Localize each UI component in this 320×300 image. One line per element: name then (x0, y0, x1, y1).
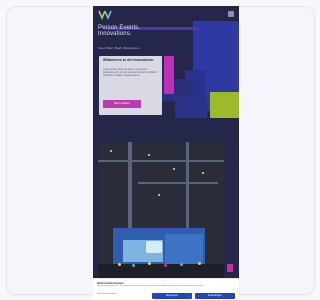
intro-heading: Willkommen zu den Innovationen (103, 58, 154, 62)
photo-decor-dots (118, 262, 208, 268)
photo-banner-panel (165, 234, 203, 264)
brand-logo-icon[interactable] (98, 9, 112, 21)
intro-button[interactable]: Mehr erfahren (103, 100, 141, 108)
photo-light (110, 150, 112, 152)
intro-card: Willkommen zu den Innovationen Lorem ips… (99, 56, 162, 115)
cookie-banner: Datenschutzhinweis Wir verwenden Cookies… (93, 278, 239, 300)
decor-magenta-block (164, 56, 174, 94)
intro-text: Lorem ipsum dolor sit amet, consectetur … (103, 68, 157, 78)
privacy-link[interactable]: Datenschutzerklärung (97, 293, 133, 295)
event-photo (98, 142, 224, 279)
decor-deepblue-block (175, 96, 207, 118)
hero-title: Person Events. Innovations. (98, 25, 141, 37)
photo-banner-logo (146, 241, 162, 253)
hero-subtitle: Kaos. Bash. Bash. Bashaguten. (98, 46, 141, 50)
cookie-text: Wir verwenden Cookies, um Inhalte und An… (97, 284, 205, 287)
decor-pink-tab (227, 264, 233, 272)
accept-cookies-button[interactable]: Akzeptieren (152, 293, 192, 299)
menu-icon[interactable] (228, 11, 234, 17)
top-bar (93, 6, 239, 24)
photo-light (202, 172, 204, 174)
page-preview[interactable]: Person Events. Innovations. Kaos. Bash. … (93, 6, 239, 299)
photo-light (158, 194, 160, 196)
photo-light (148, 154, 150, 156)
photo-beam (98, 160, 224, 162)
photo-light (173, 168, 175, 170)
cookie-settings-button[interactable]: Einstellungen (195, 293, 235, 299)
decor-lime-block (210, 92, 239, 118)
photo-beam (138, 182, 218, 184)
